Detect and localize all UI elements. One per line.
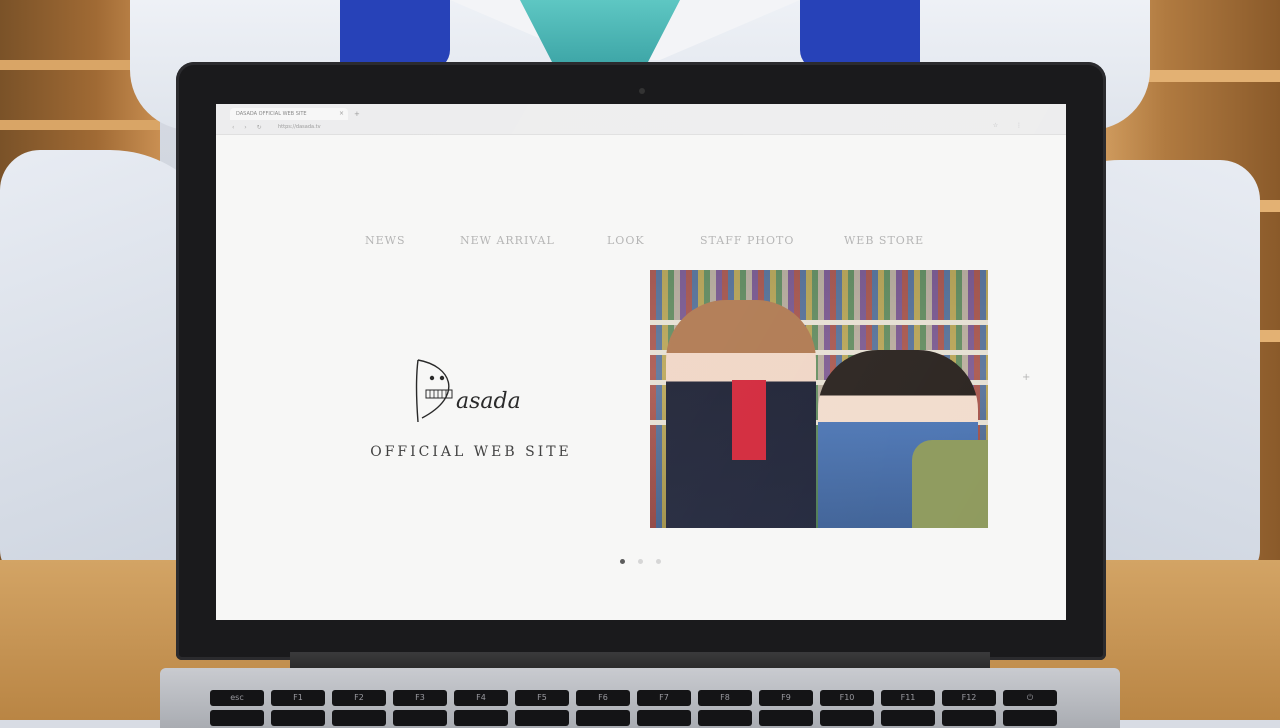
carousel-dot-3[interactable] bbox=[656, 559, 661, 564]
key: F3 bbox=[393, 690, 447, 706]
key bbox=[759, 710, 813, 726]
key: F2 bbox=[332, 690, 386, 706]
nav-item-new-arrival[interactable]: NEW ARRIVAL bbox=[460, 234, 555, 247]
tab-close-icon[interactable]: × bbox=[339, 108, 344, 120]
key bbox=[576, 710, 630, 726]
key: F4 bbox=[454, 690, 508, 706]
vest-right bbox=[800, 0, 920, 70]
carousel-dot-2[interactable] bbox=[638, 559, 643, 564]
red-shirt bbox=[732, 380, 766, 460]
key bbox=[210, 710, 264, 726]
key: F5 bbox=[515, 690, 569, 706]
key bbox=[454, 710, 508, 726]
nav-item-web-store[interactable]: WEB STORE bbox=[844, 234, 924, 247]
keyboard: esc F1 F2 F3 F4 F5 F6 F7 F8 F9 F10 F11 F12 ⏻ bbox=[210, 686, 1070, 726]
key bbox=[881, 710, 935, 726]
key: F6 bbox=[576, 690, 630, 706]
site-subtitle: OFFICIAL WEB SITE bbox=[370, 444, 572, 460]
nav-item-news[interactable]: NEWS bbox=[365, 234, 406, 247]
key: F7 bbox=[637, 690, 691, 706]
browser-toolbar: DASADA OFFICIAL WEB SITE × + ‹ › ↻ https… bbox=[216, 104, 1066, 135]
key bbox=[698, 710, 752, 726]
key: esc bbox=[210, 690, 264, 706]
vest-left bbox=[340, 0, 450, 70]
browser-menu-icons[interactable]: ☆ ⋮ bbox=[993, 122, 1030, 129]
dasada-logo-icon: asada bbox=[415, 359, 521, 423]
svg-text:asada: asada bbox=[456, 389, 521, 414]
tab-title: DASADA OFFICIAL WEB SITE bbox=[236, 111, 307, 117]
key bbox=[271, 710, 325, 726]
key bbox=[637, 710, 691, 726]
key bbox=[515, 710, 569, 726]
key: F1 bbox=[271, 690, 325, 706]
key: F12 bbox=[942, 690, 996, 706]
key bbox=[332, 710, 386, 726]
key bbox=[1003, 710, 1057, 726]
key: F9 bbox=[759, 690, 813, 706]
hero-image[interactable] bbox=[650, 270, 988, 528]
address-bar[interactable]: https://dasada.tv bbox=[278, 122, 998, 132]
key: F11 bbox=[881, 690, 935, 706]
key: ⏻ bbox=[1003, 690, 1057, 706]
nav-item-look[interactable]: LOOK bbox=[607, 234, 645, 247]
key: F8 bbox=[698, 690, 752, 706]
carousel-dot-1[interactable] bbox=[620, 559, 625, 564]
key bbox=[942, 710, 996, 726]
site-logo[interactable]: asada bbox=[412, 356, 532, 426]
key bbox=[820, 710, 874, 726]
key: F10 bbox=[820, 690, 874, 706]
green-jacket bbox=[912, 440, 988, 528]
key bbox=[393, 710, 447, 726]
laptop-screen: DASADA OFFICIAL WEB SITE × + ‹ › ↻ https… bbox=[216, 104, 1066, 620]
nav-item-staff-photo[interactable]: STAFF PHOTO bbox=[700, 234, 794, 247]
browser-nav-buttons[interactable]: ‹ › ↻ bbox=[232, 124, 266, 131]
browser-tab[interactable]: DASADA OFFICIAL WEB SITE × bbox=[230, 108, 348, 120]
new-tab-icon[interactable]: + bbox=[354, 110, 360, 118]
webcam-icon bbox=[639, 88, 645, 94]
slider-next-icon[interactable]: + bbox=[1022, 372, 1030, 383]
